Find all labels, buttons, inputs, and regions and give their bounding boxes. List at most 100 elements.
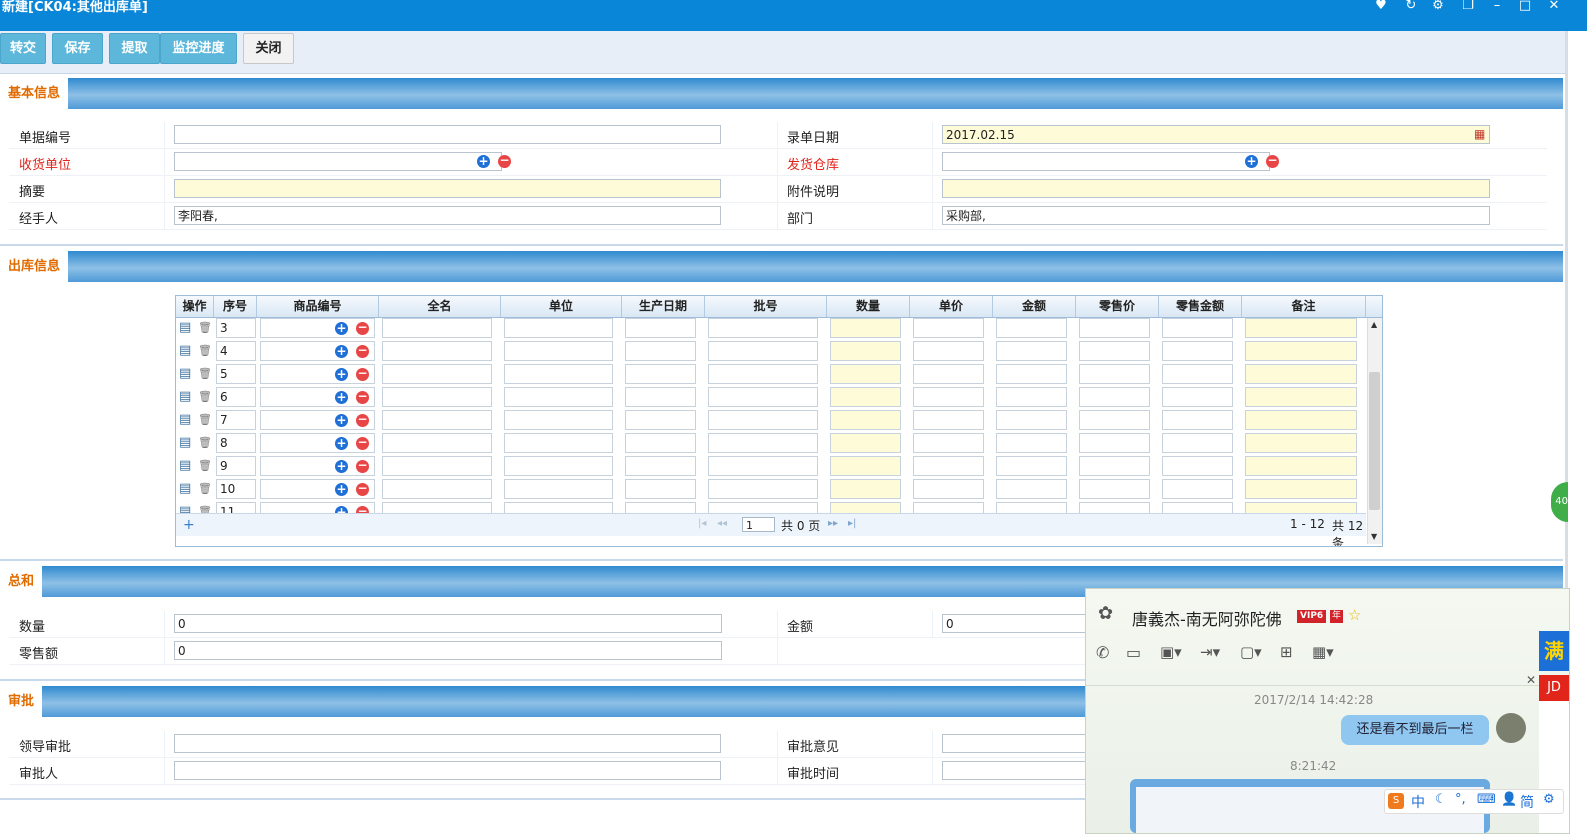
grid-cell[interactable] — [382, 364, 492, 384]
trash-icon[interactable]: 🗑 — [198, 482, 212, 495]
grid-cell[interactable] — [382, 318, 492, 338]
punct-icon[interactable]: °, — [1455, 792, 1466, 807]
grid-cell[interactable] — [708, 341, 818, 361]
col-header[interactable]: 单位 — [501, 296, 622, 317]
last-page-icon[interactable]: ▸| — [848, 518, 856, 529]
apps-grid-icon[interactable]: ▦▾ — [1312, 643, 1334, 661]
screen-share-icon[interactable]: ▣▾ — [1160, 643, 1182, 661]
grid-cell[interactable] — [830, 410, 901, 430]
summary-input[interactable] — [174, 179, 721, 198]
close-icon[interactable]: ✕ — [1546, 0, 1562, 14]
grid-cell[interactable] — [625, 479, 696, 499]
grid-cell[interactable] — [382, 456, 492, 476]
grid-cell[interactable] — [830, 318, 901, 338]
trash-icon[interactable]: 🗑 — [198, 390, 212, 403]
extract-button[interactable]: 提取 — [109, 33, 160, 64]
col-header[interactable]: 序号 — [214, 296, 257, 317]
col-header[interactable]: 全名 — [379, 296, 501, 317]
grid-cell[interactable] — [625, 318, 696, 338]
grid-cell[interactable] — [996, 341, 1067, 361]
scroll-up-icon[interactable]: ▲ — [1371, 320, 1377, 329]
col-header[interactable]: 生产日期 — [622, 296, 705, 317]
grid-cell[interactable] — [382, 433, 492, 453]
ime-logo-icon[interactable]: S — [1388, 793, 1404, 809]
grid-cell[interactable] — [382, 479, 492, 499]
remove-icon[interactable]: − — [356, 390, 369, 404]
keyboard-icon[interactable]: ⌨ — [1477, 792, 1496, 807]
gear-icon[interactable]: ⚙ — [1543, 792, 1555, 807]
remove-icon[interactable]: − — [498, 154, 511, 168]
grid-cell[interactable] — [708, 364, 818, 384]
grid-cell[interactable] — [1162, 364, 1233, 384]
grid-cell[interactable] — [913, 456, 984, 476]
trash-icon[interactable]: 🗑 — [198, 459, 212, 472]
grid-cell[interactable] — [625, 410, 696, 430]
grid-cell[interactable] — [913, 341, 984, 361]
grid-cell[interactable] — [382, 410, 492, 430]
remove-icon[interactable]: − — [356, 459, 369, 473]
grid-cell[interactable] — [996, 433, 1067, 453]
next-page-icon[interactable]: ▸▸ — [828, 518, 838, 529]
handler-input[interactable]: 李阳春, — [174, 206, 721, 225]
grid-cell[interactable] — [1162, 318, 1233, 338]
add-icon[interactable]: + — [335, 483, 348, 496]
col-header[interactable]: 数量 — [827, 296, 910, 317]
close-button[interactable]: 关闭 — [243, 33, 294, 64]
warehouse-input[interactable] — [942, 152, 1270, 171]
add-icon[interactable]: + — [335, 368, 348, 381]
heart-icon[interactable]: ♥ — [1373, 0, 1389, 14]
add-app-icon[interactable]: ⊞ — [1280, 643, 1293, 661]
grid-cell[interactable] — [625, 433, 696, 453]
grid-cell[interactable] — [830, 479, 901, 499]
grid-cell[interactable] — [708, 318, 818, 338]
prev-page-icon[interactable]: ◂◂ — [717, 518, 727, 529]
edit-row-icon[interactable]: ▤ — [179, 412, 191, 427]
remove-icon[interactable]: − — [356, 367, 369, 381]
grid-cell[interactable] — [913, 479, 984, 499]
grid-cell[interactable] — [1079, 318, 1150, 338]
remove-icon[interactable]: − — [356, 436, 369, 450]
col-header[interactable]: 备注 — [1242, 296, 1366, 317]
add-icon[interactable]: + — [477, 155, 490, 168]
grid-cell[interactable] — [913, 387, 984, 407]
edit-row-icon[interactable]: ▤ — [179, 481, 191, 496]
grid-cell[interactable] — [504, 341, 613, 361]
grid-cell[interactable] — [1245, 456, 1357, 476]
grid-cell[interactable] — [1162, 410, 1233, 430]
grid-cell[interactable] — [996, 479, 1067, 499]
grid-cell[interactable] — [830, 341, 901, 361]
grid-cell[interactable] — [830, 456, 901, 476]
col-header[interactable]: 批号 — [705, 296, 827, 317]
refresh-icon[interactable]: ↻ — [1403, 0, 1419, 14]
grid-cell[interactable] — [913, 318, 984, 338]
grid-cell[interactable] — [1245, 341, 1357, 361]
grid-cell[interactable] — [708, 433, 818, 453]
grid-cell[interactable] — [625, 456, 696, 476]
grid-cell[interactable] — [1245, 387, 1357, 407]
remote-desktop-icon[interactable]: ▢▾ — [1240, 643, 1262, 661]
grid-cell[interactable] — [830, 364, 901, 384]
grid-cell[interactable] — [1245, 433, 1357, 453]
video-icon[interactable]: ▭ — [1126, 643, 1141, 662]
chat-message[interactable]: 还是看不到最后一栏 — [1341, 715, 1489, 745]
grid-cell[interactable] — [625, 341, 696, 361]
grid-cell[interactable] — [1162, 387, 1233, 407]
settings-icon[interactable]: ⚙ — [1430, 0, 1446, 14]
add-icon[interactable]: + — [335, 322, 348, 335]
grid-cell[interactable] — [1162, 456, 1233, 476]
grid-cell[interactable] — [708, 387, 818, 407]
remove-icon[interactable]: − — [356, 321, 369, 335]
add-icon[interactable]: + — [335, 391, 348, 404]
scroll-thumb[interactable] — [1369, 372, 1380, 510]
grid-cell[interactable] — [1079, 479, 1150, 499]
grid-cell[interactable] — [504, 410, 613, 430]
grid-cell[interactable] — [996, 364, 1067, 384]
grid-cell[interactable] — [996, 456, 1067, 476]
minimize-icon[interactable]: – — [1489, 0, 1505, 14]
grid-cell[interactable] — [1245, 364, 1357, 384]
edit-row-icon[interactable]: ▤ — [179, 389, 191, 404]
grid-cell[interactable] — [913, 433, 984, 453]
add-icon[interactable]: + — [1245, 155, 1258, 168]
grid-cell[interactable] — [996, 410, 1067, 430]
grid-cell[interactable] — [504, 479, 613, 499]
